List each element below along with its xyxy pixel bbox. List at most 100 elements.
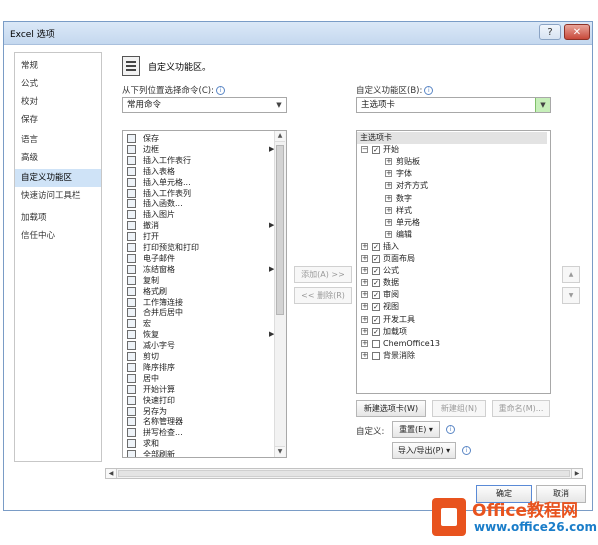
expand-icon[interactable]: +	[361, 351, 368, 359]
command-item[interactable]: 剪切	[123, 351, 283, 362]
rename-button[interactable]: 重命名(M)...	[492, 400, 550, 417]
sidebar-item[interactable]: 自定义功能区	[15, 169, 101, 187]
tab-checkbox[interactable]: ✓	[372, 255, 380, 263]
tab-checkbox[interactable]: ✓	[372, 267, 380, 276]
expand-icon[interactable]: +	[385, 218, 392, 226]
customize-ribbon-combo[interactable]: 主选项卡 ▼	[356, 97, 551, 113]
command-item[interactable]: 打开	[123, 231, 283, 242]
expand-icon[interactable]: +	[361, 242, 368, 250]
command-item[interactable]: 合并后居中	[123, 307, 283, 318]
tree-item[interactable]: + 单元格	[357, 217, 547, 229]
command-item[interactable]: 降序排序	[123, 362, 283, 373]
command-item[interactable]: 电子邮件	[123, 253, 283, 264]
tree-item[interactable]: + 数字	[357, 193, 547, 205]
tab-checkbox[interactable]	[372, 351, 380, 360]
commands-list[interactable]: 全部刷新 求和 拼写检查... 名称管理器 另存为 快速打印 开始计算 居中 降序排序 剪切 减小字…	[122, 130, 287, 458]
command-item[interactable]: 插入工作表行	[123, 155, 283, 166]
close-button[interactable]: ✕	[564, 24, 590, 40]
import-export-button[interactable]: 导入/导出(P) ▾	[392, 442, 456, 459]
tree-item[interactable]: + ✓ 公式	[357, 265, 547, 277]
tree-item[interactable]: + ✓ 数据	[357, 277, 547, 289]
tab-checkbox[interactable]: ✓	[372, 279, 380, 288]
tab-checkbox[interactable]: ✓	[372, 315, 380, 324]
tree-item[interactable]: + ✓ 视图	[357, 301, 547, 313]
sidebar-item[interactable]: 快速访问工具栏	[15, 187, 101, 205]
command-item[interactable]: 全部刷新	[123, 449, 283, 457]
command-item[interactable]: 插入单元格...	[123, 177, 283, 188]
command-item[interactable]: 居中	[123, 373, 283, 384]
expand-icon[interactable]: +	[361, 255, 368, 262]
command-item[interactable]: 快速打印	[123, 395, 283, 406]
scroll-left-icon[interactable]: ◀	[106, 469, 117, 478]
new-group-button[interactable]: 新建组(N)	[432, 400, 486, 417]
tree-item[interactable]: + 背景消除	[357, 350, 547, 362]
tree-item[interactable]: + 剪贴板	[357, 156, 547, 168]
sidebar-item[interactable]: 语言	[15, 131, 101, 149]
expand-icon[interactable]: +	[361, 327, 368, 335]
tree-item[interactable]: + ChemOffice13	[357, 338, 547, 350]
tree-item[interactable]: + 样式	[357, 205, 547, 217]
command-item[interactable]: 名称管理器	[123, 416, 283, 427]
command-item[interactable]: 插入函数...	[123, 198, 283, 209]
command-item[interactable]: 宏	[123, 318, 283, 329]
horizontal-scrollbar[interactable]: ◀ ▶	[105, 468, 583, 479]
expand-icon[interactable]: +	[385, 206, 392, 214]
command-item[interactable]: 减小字号	[123, 340, 283, 351]
sidebar-item[interactable]: 高级	[15, 149, 101, 167]
expand-icon[interactable]: +	[361, 339, 368, 347]
commands-scrollbar[interactable]: ▲ ▼	[274, 131, 286, 457]
command-item[interactable]: 复制	[123, 275, 283, 286]
command-item[interactable]: 边框 ▶	[123, 144, 283, 155]
tree-item[interactable]: − ✓ 开始	[357, 144, 547, 156]
tab-checkbox[interactable]: ✓	[372, 291, 380, 300]
expand-icon[interactable]: +	[385, 158, 392, 166]
scroll-up-icon[interactable]: ▲	[275, 131, 285, 142]
tab-checkbox[interactable]: ✓	[372, 242, 380, 251]
sidebar-item[interactable]: 加载项	[15, 209, 101, 227]
tree-item[interactable]: 主选项卡	[357, 132, 547, 144]
tree-item[interactable]: + ✓ 页面布局	[357, 253, 547, 265]
expand-icon[interactable]: +	[385, 182, 392, 190]
remove-button[interactable]: << 删除(R)	[294, 287, 352, 304]
command-item[interactable]: 恢复 ▶	[123, 329, 283, 340]
command-item[interactable]: 拼写检查...	[123, 427, 283, 438]
reset-button[interactable]: 重置(E) ▾	[392, 421, 440, 438]
expand-icon[interactable]: +	[385, 170, 392, 178]
tree-item[interactable]: + ✓ 审阅	[357, 289, 547, 301]
tree-item[interactable]: + 编辑	[357, 229, 547, 241]
command-item[interactable]: 插入表格	[123, 166, 283, 177]
collapse-icon[interactable]: −	[361, 146, 368, 154]
command-item[interactable]: 插入工作表列	[123, 188, 283, 199]
command-item[interactable]: 撤消 ▶	[123, 220, 283, 231]
new-tab-button[interactable]: 新建选项卡(W)	[356, 400, 426, 417]
command-item[interactable]: 另存为	[123, 406, 283, 417]
command-item[interactable]: 工作簿连接	[123, 297, 283, 308]
expand-icon[interactable]: +	[361, 315, 368, 323]
move-up-button[interactable]: ▲	[562, 266, 580, 283]
add-button[interactable]: 添加(A) >>	[294, 266, 352, 283]
command-item[interactable]: 打印预览和打印	[123, 242, 283, 253]
command-item[interactable]: 冻结窗格 ▶	[123, 264, 283, 275]
tab-checkbox[interactable]	[372, 339, 380, 348]
choose-commands-combo[interactable]: 常用命令 ▼	[122, 97, 287, 113]
tab-checkbox[interactable]: ✓	[372, 303, 380, 312]
command-item[interactable]: 开始计算	[123, 384, 283, 395]
expand-icon[interactable]: +	[385, 230, 392, 238]
expand-icon[interactable]: +	[385, 194, 392, 202]
tree-item[interactable]: + ✓ 开发工具	[357, 314, 547, 326]
tree-item[interactable]: + ✓ 插入	[357, 241, 547, 253]
scroll-right-icon[interactable]: ▶	[571, 469, 582, 478]
command-item[interactable]: 格式刷	[123, 286, 283, 297]
tab-checkbox[interactable]: ✓	[372, 327, 380, 336]
sidebar-item[interactable]: 公式	[15, 75, 101, 93]
command-item[interactable]: 求和	[123, 438, 283, 449]
command-item[interactable]: 插入图片	[123, 209, 283, 220]
scroll-thumb[interactable]	[118, 470, 570, 477]
expand-icon[interactable]: +	[361, 303, 368, 311]
help-button[interactable]: ?	[539, 24, 561, 40]
tree-item[interactable]: + 对齐方式	[357, 180, 547, 192]
command-item[interactable]: 保存	[123, 133, 283, 144]
sidebar-item[interactable]: 校对	[15, 93, 101, 111]
expand-icon[interactable]: +	[361, 267, 368, 275]
sidebar-item[interactable]: 信任中心	[15, 227, 101, 245]
